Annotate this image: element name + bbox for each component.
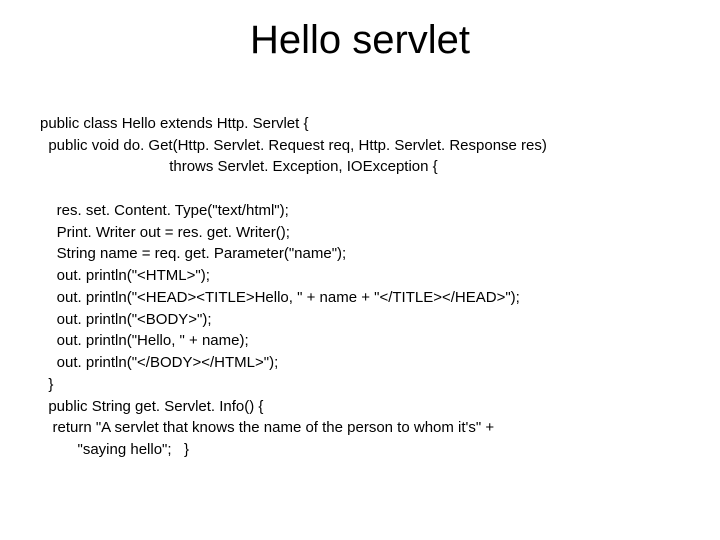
code-line: throws Servlet. Exception, IOException { bbox=[40, 158, 438, 175]
code-line: out. println("<HTML>"); bbox=[40, 267, 210, 284]
slide-container: Hello servlet public class Hello extends… bbox=[0, 0, 720, 540]
code-line: out. println("Hello, " + name); bbox=[40, 332, 249, 349]
slide-title: Hello servlet bbox=[40, 18, 680, 63]
code-line: String name = req. get. Parameter("name"… bbox=[40, 245, 346, 262]
code-line: res. set. Content. Type("text/html"); bbox=[40, 202, 289, 219]
code-line: public void do. Get(Http. Servlet. Reque… bbox=[40, 137, 547, 154]
code-line: "saying hello"; } bbox=[40, 441, 189, 458]
code-line: out. println("<BODY>"); bbox=[40, 311, 212, 328]
code-line: return "A servlet that knows the name of… bbox=[40, 419, 494, 436]
code-line: Print. Writer out = res. get. Writer(); bbox=[40, 224, 290, 241]
code-line: out. println("</BODY></HTML>"); bbox=[40, 354, 278, 371]
code-line: public class Hello extends Http. Servlet… bbox=[40, 115, 308, 132]
code-block: public class Hello extends Http. Servlet… bbox=[40, 91, 680, 483]
code-line: } bbox=[40, 376, 53, 393]
code-line: public String get. Servlet. Info() { bbox=[40, 398, 263, 415]
code-line: out. println("<HEAD><TITLE>Hello, " + na… bbox=[40, 289, 520, 306]
